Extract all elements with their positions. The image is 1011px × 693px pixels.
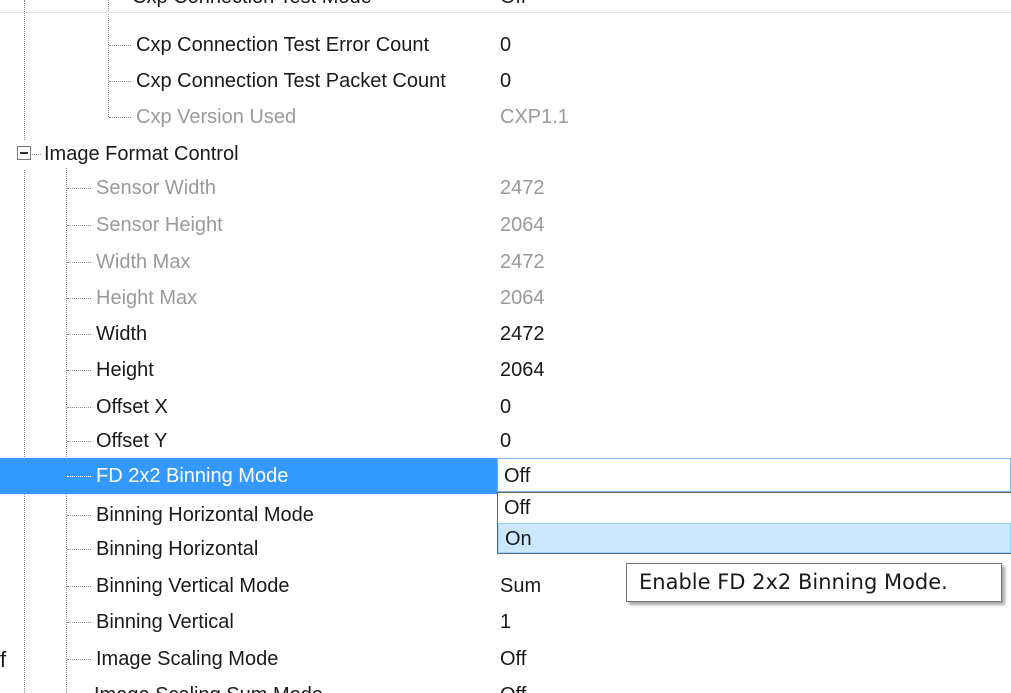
tree-row-sensor-height[interactable]: Sensor Height 2064 bbox=[0, 207, 1011, 243]
row-value: Off bbox=[500, 0, 526, 9]
tree-connector bbox=[67, 441, 91, 442]
tree-row-partial-top[interactable]: Cxp Connection Test Mode Off bbox=[0, 0, 1011, 13]
tooltip: Enable FD 2x2 Binning Mode. bbox=[626, 563, 1002, 602]
tree-connector bbox=[67, 659, 91, 660]
row-label: Cxp Connection Test Mode bbox=[132, 0, 372, 9]
tree-row-cxp-version-used[interactable]: Cxp Version Used CXP1.1 bbox=[0, 99, 1011, 135]
tree-row-binning-horizontal-mode[interactable]: Binning Horizontal Mode bbox=[0, 497, 497, 533]
row-label: Binning Horizontal Mode bbox=[96, 504, 314, 526]
row-label: Width Max bbox=[96, 251, 191, 273]
dropdown-option-on[interactable]: On bbox=[498, 523, 1011, 553]
tree-row-image-scaling-mode[interactable]: Image Scaling Mode Off bbox=[0, 641, 1011, 677]
row-value: 2064 bbox=[500, 359, 545, 381]
row-label: FD 2x2 Binning Mode bbox=[96, 465, 289, 487]
row-value: Off bbox=[500, 648, 527, 670]
option-label: On bbox=[505, 528, 532, 550]
row-value: Sum bbox=[500, 575, 542, 597]
tree-row-sensor-width[interactable]: Sensor Width 2472 bbox=[0, 170, 1011, 206]
row-value: Off bbox=[500, 684, 526, 693]
row-label: Cxp Version Used bbox=[136, 106, 297, 128]
tree-connector bbox=[67, 370, 91, 371]
row-value: 2064 bbox=[500, 214, 545, 236]
row-label: Height Max bbox=[96, 287, 198, 309]
row-value: 2472 bbox=[500, 251, 545, 273]
tree-row-offset-y[interactable]: Offset Y 0 bbox=[0, 423, 1011, 459]
collapse-icon[interactable] bbox=[17, 146, 31, 160]
row-label: Image Scaling Mode bbox=[96, 648, 279, 670]
combobox-value: Off bbox=[504, 465, 531, 487]
row-value: 2472 bbox=[500, 323, 545, 345]
tree-connector bbox=[109, 45, 131, 46]
tree-row-fd-2x2-binning-mode[interactable]: FD 2x2 Binning Mode bbox=[0, 458, 497, 494]
row-value: 0 bbox=[500, 34, 512, 56]
row-label: Binning Vertical Mode bbox=[96, 575, 290, 597]
tree-connector bbox=[67, 188, 91, 189]
row-value: 0 bbox=[500, 70, 512, 92]
tooltip-text: Enable FD 2x2 Binning Mode. bbox=[639, 570, 948, 594]
tree-connector bbox=[67, 515, 91, 516]
tree-row-cxp-connection-test-packet-count[interactable]: Cxp Connection Test Packet Count 0 bbox=[0, 63, 1011, 99]
row-label: Binning Horizontal bbox=[96, 538, 259, 560]
row-value: 0 bbox=[500, 430, 512, 452]
tree-row-partial-bottom[interactable]: Image Scaling Sum Mode Off bbox=[0, 678, 1011, 693]
row-value: 1 bbox=[500, 611, 512, 633]
row-label: Width bbox=[96, 323, 148, 345]
row-label: Offset Y bbox=[96, 430, 168, 452]
category-label: Image Format Control bbox=[44, 143, 239, 165]
row-value: 2064 bbox=[500, 287, 545, 309]
row-value: 0 bbox=[500, 396, 512, 418]
feature-tree: Cxp Connection Test Mode Off Cxp Connect… bbox=[0, 0, 1011, 693]
tree-row-height[interactable]: Height 2064 bbox=[0, 352, 1011, 388]
tree-connector bbox=[32, 154, 41, 155]
tree-row-width[interactable]: Width 2472 bbox=[0, 316, 1011, 352]
tree-connector bbox=[67, 225, 91, 226]
fd-binning-mode-dropdown[interactable]: Off On bbox=[497, 492, 1011, 554]
row-value: CXP1.1 bbox=[500, 106, 569, 128]
stray-text: f bbox=[0, 647, 7, 672]
tree-row-binning-horizontal[interactable]: Binning Horizontal bbox=[0, 531, 497, 567]
row-value: 2472 bbox=[500, 177, 545, 199]
row-label: Cxp Connection Test Error Count bbox=[136, 34, 430, 56]
tree-connector bbox=[109, 81, 131, 82]
tree-row-binning-vertical[interactable]: Binning Vertical 1 bbox=[0, 604, 1011, 640]
row-label: Image Scaling Sum Mode bbox=[94, 684, 323, 693]
row-label: Sensor Width bbox=[96, 177, 217, 199]
row-label: Cxp Connection Test Packet Count bbox=[136, 70, 446, 92]
tree-connector bbox=[67, 476, 91, 477]
dropdown-option-off[interactable]: Off bbox=[498, 493, 1011, 523]
tree-connector bbox=[67, 586, 91, 587]
fd-binning-mode-combobox[interactable]: Off bbox=[497, 458, 1011, 492]
row-label: Offset X bbox=[96, 396, 168, 418]
tree-connector bbox=[67, 298, 91, 299]
tree-row-cxp-connection-test-error-count[interactable]: Cxp Connection Test Error Count 0 bbox=[0, 27, 1011, 63]
row-label: Height bbox=[96, 359, 154, 381]
tree-row-width-max[interactable]: Width Max 2472 bbox=[0, 244, 1011, 280]
row-label: Sensor Height bbox=[96, 214, 223, 236]
tree-row-height-max[interactable]: Height Max 2064 bbox=[0, 280, 1011, 316]
tree-row-offset-x[interactable]: Offset X 0 bbox=[0, 389, 1011, 425]
tree-category-image-format-control[interactable]: Image Format Control bbox=[0, 136, 1011, 172]
tree-connector bbox=[67, 262, 91, 263]
row-label: Binning Vertical bbox=[96, 611, 234, 633]
tree-connector bbox=[109, 117, 131, 118]
option-label: Off bbox=[504, 497, 531, 519]
tree-connector bbox=[67, 334, 91, 335]
tree-connector bbox=[67, 549, 91, 550]
tree-connector bbox=[67, 407, 91, 408]
tree-connector bbox=[67, 622, 91, 623]
